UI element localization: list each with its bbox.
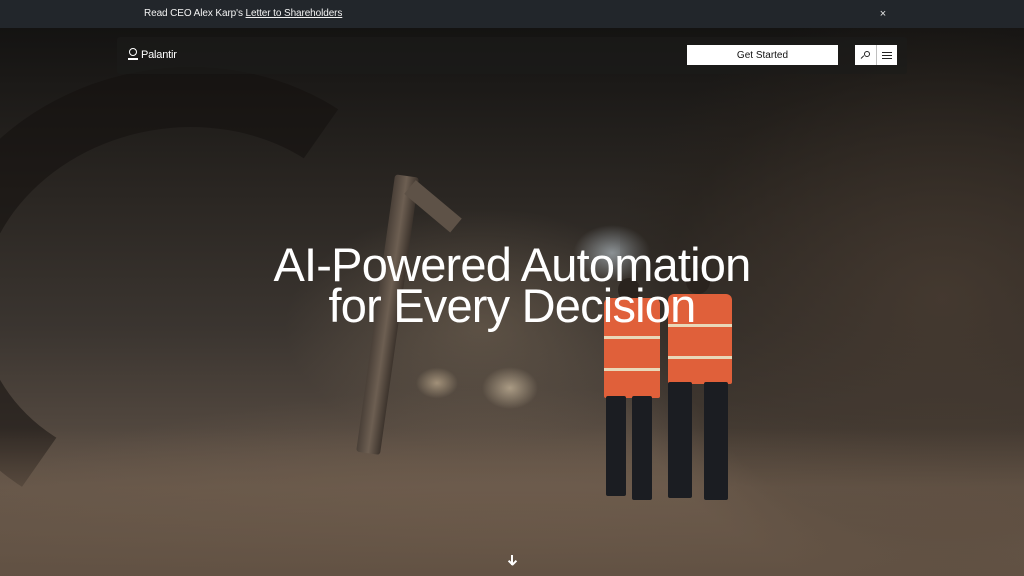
palantir-logo-icon [128,48,138,62]
get-started-button[interactable]: Get Started [687,45,838,65]
menu-button[interactable] [876,45,897,65]
arrow-down-icon[interactable] [505,554,519,568]
main-navigation: Palantir Get Started [117,37,907,74]
search-icon [860,50,870,60]
headline-line-2: for Every Decision [328,279,697,332]
hero-headline: AI-Powered Automation for Every Decision [0,241,1024,332]
palantir-logo[interactable]: Palantir [128,48,177,62]
logo-text: Palantir [141,49,177,61]
shareholder-letter-link[interactable]: Letter to Shareholders [246,8,343,19]
search-button[interactable] [855,45,876,65]
announcement-prefix: Read CEO Alex Karp's [144,8,246,19]
hamburger-menu-icon [882,51,892,59]
close-icon[interactable]: × [876,7,890,21]
announcement-text: Read CEO Alex Karp's Letter to Sharehold… [144,8,342,19]
announcement-bar: Read CEO Alex Karp's Letter to Sharehold… [0,0,1024,28]
